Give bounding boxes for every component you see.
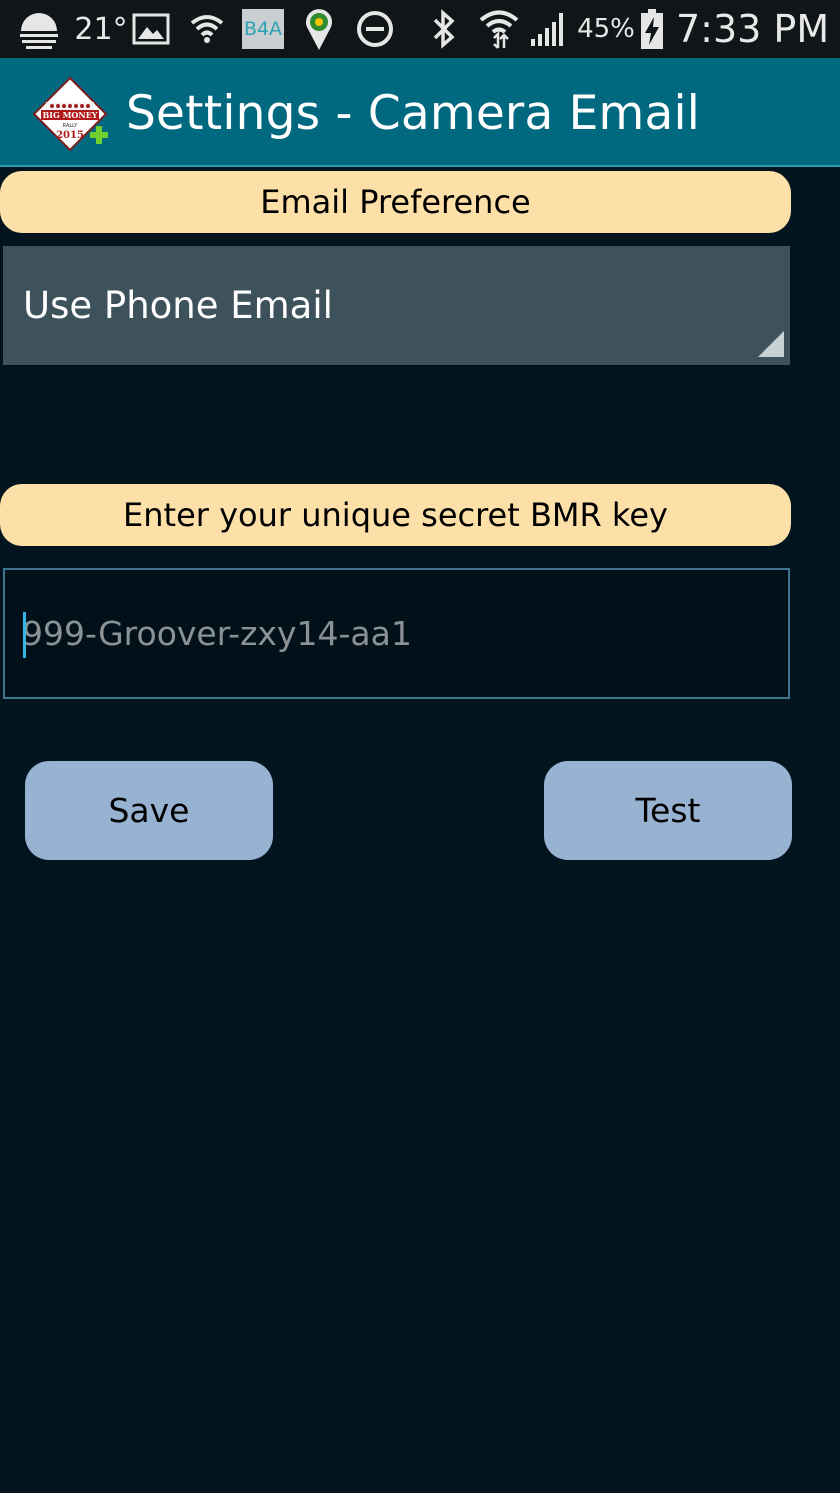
maps-pin-icon [302, 0, 336, 58]
action-bar: BIG MONEY RALLY 2015 Settings - Camera E… [0, 58, 840, 167]
battery-percent-text: 45% [577, 14, 635, 44]
email-preference-selected-value: Use Phone Email [23, 284, 333, 327]
page-title: Settings - Camera Email [126, 86, 700, 141]
test-button[interactable]: Test [544, 761, 792, 860]
bluetooth-icon [428, 0, 460, 58]
weather-icon [16, 0, 62, 58]
battery-charging-icon [638, 0, 666, 58]
dropdown-corner-arrow-icon [758, 331, 784, 357]
secret-key-field-container [3, 568, 790, 699]
do-not-disturb-icon [355, 0, 395, 58]
image-notification-icon [130, 0, 172, 58]
cell-signal-icon [528, 0, 570, 58]
logo-year: 2015 [56, 130, 84, 141]
save-button[interactable]: Save [25, 761, 273, 860]
logo-text-line1: BIG MONEY [42, 110, 97, 120]
screen: 21° B4A 45% 7:33 PM BIG MONEY RALLY 2015… [0, 0, 840, 1493]
clock-text: 7:33 PM [676, 7, 830, 51]
text-cursor [23, 612, 26, 658]
wifi-signal-icon [477, 0, 521, 58]
secret-key-header: Enter your unique secret BMR key [0, 484, 791, 546]
b4a-icon: B4A [241, 0, 285, 58]
b4a-label: B4A [242, 9, 284, 49]
status-bar: 21° B4A 45% 7:33 PM [0, 0, 840, 58]
logo-text-line2: RALLY [63, 123, 79, 129]
email-preference-dropdown[interactable]: Use Phone Email [3, 246, 790, 365]
app-logo[interactable]: BIG MONEY RALLY 2015 [32, 76, 110, 154]
wifi-notification-icon [188, 0, 226, 58]
email-preference-header: Email Preference [0, 171, 791, 233]
temperature-text: 21° [74, 11, 128, 47]
secret-key-input[interactable] [5, 570, 788, 697]
